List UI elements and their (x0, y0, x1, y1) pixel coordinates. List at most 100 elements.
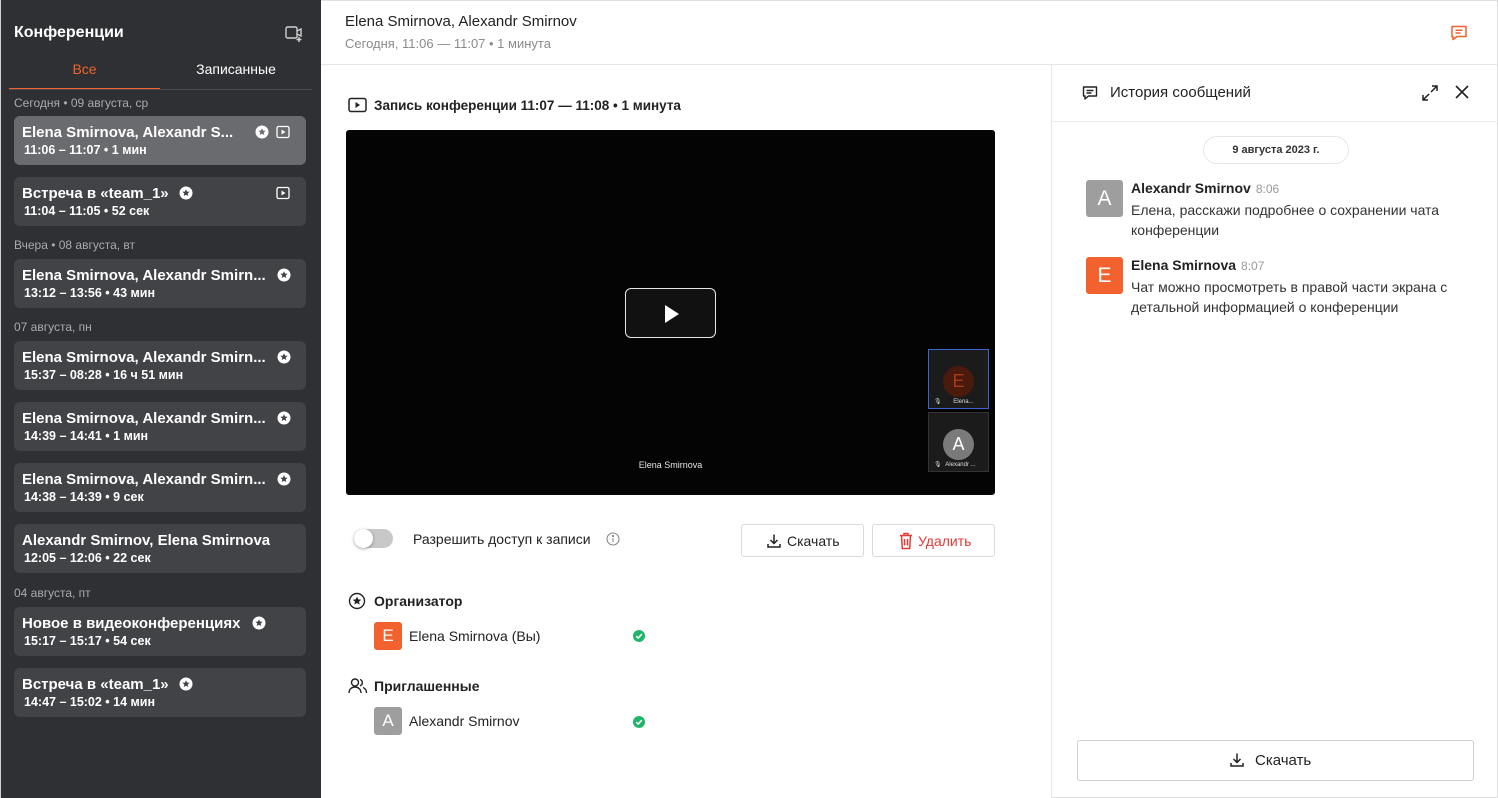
message-time: 8:07 (1241, 259, 1265, 273)
conference-title: Встреча в «team_1» (22, 676, 169, 693)
conference-time: 11:04 – 11:05 • 52 сек (24, 204, 150, 218)
conference-item[interactable]: Elena Smirnova, Alexandr S... 11:06 – 11… (14, 116, 306, 165)
download-button[interactable]: Скачать (741, 524, 864, 557)
download-label: Скачать (787, 533, 840, 549)
conference-time: 14:47 – 15:02 • 14 мин (24, 695, 156, 709)
conference-item[interactable]: Alexandr Smirnov, Elena Smirnova 12:05 –… (14, 524, 306, 573)
sidebar-header: Конференции (14, 22, 306, 44)
conference-item[interactable]: Elena Smirnova, Alexandr Smirn... 14:38 … (14, 463, 306, 512)
conference-title: Elena Smirnova, Alexandr S... (22, 124, 234, 141)
delete-label: Удалить (918, 533, 972, 549)
chat-header: История сообщений (1052, 65, 1498, 122)
conference-title: Новое в видеоконференциях (22, 615, 241, 632)
online-check-icon (633, 630, 645, 642)
conference-time: 15:37 – 08:28 • 16 ч 51 мин (24, 368, 184, 382)
avatar: A (1086, 180, 1123, 217)
users-icon (348, 677, 368, 695)
conference-time: 14:38 – 14:39 • 9 сек (24, 490, 144, 504)
conference-title: Elena Smirnova, Alexandr Smirn... (22, 267, 266, 284)
star-circle-icon (277, 350, 291, 364)
message-time: 8:06 (1255, 182, 1280, 196)
tab-all[interactable]: Все (9, 56, 160, 90)
sidebar-tabs: Все Записанные (9, 56, 312, 90)
conference-item[interactable]: Новое в видеоконференциях 15:17 – 15:17 … (14, 607, 306, 656)
conference-header: Elena Smirnova, Alexandr Smirnov Сегодня… (321, 0, 1498, 65)
date-group-label: Сегодня • 09 августа, ср (14, 96, 149, 110)
info-icon[interactable] (606, 532, 620, 546)
message-author: Elena Smirnova 8:07 (1131, 257, 1265, 273)
conference-item[interactable]: Встреча в «team_1» 14:47 – 15:02 • 14 ми… (14, 668, 306, 717)
avatar: E (1086, 257, 1123, 294)
conference-title: Elena Smirnova, Alexandr Smirn... (22, 410, 266, 427)
download-chat-label: Скачать (1255, 752, 1312, 769)
star-circle-icon (255, 125, 269, 139)
conference-item[interactable]: Elena Smirnova, Alexandr Smirn... 13:12 … (14, 259, 306, 308)
conference-title: Встреча в «team_1» (22, 185, 169, 202)
message-text: Елена, расскажи подробнее о сохранении ч… (1131, 202, 1440, 238)
date-group-label: 04 августа, пт (14, 586, 91, 600)
toggle-knob (354, 529, 373, 548)
star-circle-icon (252, 616, 266, 630)
chat-history-panel: История сообщений 9 августа 2023 г. A Al… (1051, 65, 1498, 798)
sidebar-title: Конференции (14, 24, 124, 41)
download-icon (1229, 752, 1245, 768)
conference-time: 12:05 – 12:06 • 22 сек (24, 551, 151, 565)
video-player[interactable]: Elena Smirnova E 🎙 Elena... A 🎙 Alexandr… (346, 130, 995, 495)
conference-time: 15:17 – 15:17 • 54 сек (24, 634, 151, 648)
trash-icon (899, 532, 913, 550)
star-circle-icon (277, 472, 291, 486)
conference-title: Elena Smirnova, Alexandr Smirn... (22, 471, 266, 488)
participant-label: 🎙 Elena... (934, 399, 974, 405)
conference-item[interactable]: Elena Smirnova, Alexandr Smirn... 14:39 … (14, 402, 306, 451)
expand-icon[interactable] (1420, 83, 1440, 103)
download-icon (766, 533, 782, 549)
download-chat-button[interactable]: Скачать (1077, 740, 1474, 781)
tabs-divider (9, 89, 312, 90)
online-check-icon (633, 716, 645, 728)
participant-label: 🎙 Alexandr ... (934, 462, 976, 468)
conference-time: 13:12 – 13:56 • 43 мин (24, 286, 156, 300)
conference-title: Elena Smirnova, Alexandr Smirnov (345, 13, 577, 30)
delete-button[interactable]: Удалить (872, 524, 995, 557)
message-author: Alexandr Smirnov 8:06 (1131, 180, 1280, 196)
access-toggle-label: Разрешить доступ к записи (413, 531, 591, 547)
tab-recorded[interactable]: Записанные (160, 56, 312, 90)
chat-title: История сообщений (1110, 84, 1251, 101)
mic-icon: 🎙 (934, 462, 942, 468)
conference-datetime: Сегодня, 11:06 — 11:07 • 1 минута (345, 36, 551, 51)
avatar: A (374, 707, 402, 735)
close-icon[interactable] (1453, 83, 1471, 101)
message-text: Чат можно просмотреть в правой части экр… (1131, 279, 1448, 315)
star-circle-icon (179, 186, 193, 200)
conference-item[interactable]: Elena Smirnova, Alexandr Smirn... 15:37 … (14, 341, 306, 390)
mic-icon: 🎙 (934, 399, 942, 405)
video-record-icon (348, 97, 367, 113)
star-circle-icon (179, 677, 193, 691)
play-button[interactable] (625, 288, 716, 338)
star-circle-icon (277, 411, 291, 425)
avatar: E (374, 622, 402, 650)
conference-sidebar: Конференции Все Записанные Сегодня • 09 … (0, 0, 321, 798)
participant-thumbnail[interactable]: E 🎙 Elena... (928, 349, 989, 409)
recording-title-text: Запись конференции 11:07 — 11:08 • 1 мин… (374, 98, 681, 113)
star-circle-icon (348, 592, 366, 610)
chat-toggle-icon[interactable] (1449, 23, 1469, 43)
invited-name: Alexandr Smirnov (409, 713, 520, 729)
chat-icon (1081, 84, 1099, 102)
video-speaker-name: Elena Smirnova (638, 460, 703, 470)
star-circle-icon (277, 268, 291, 282)
chat-date-badge: 9 августа 2023 г. (1203, 136, 1349, 164)
conference-item[interactable]: Встреча в «team_1» 11:04 – 11:05 • 52 се… (14, 177, 306, 226)
participant-avatar: A (943, 429, 974, 460)
access-toggle[interactable] (354, 529, 393, 548)
organizer-name: Elena Smirnova (Вы) (409, 628, 541, 644)
new-conference-icon[interactable] (284, 23, 304, 43)
conference-time: 14:39 – 14:41 • 1 мин (24, 429, 149, 443)
date-group-label: 07 августа, пн (14, 320, 92, 334)
participant-avatar: E (943, 366, 974, 397)
conference-time: 11:06 – 11:07 • 1 мин (24, 143, 147, 157)
date-group-label: Вчера • 08 августа, вт (14, 238, 136, 252)
participant-thumbnail[interactable]: A 🎙 Alexandr ... (928, 412, 989, 472)
conference-title: Elena Smirnova, Alexandr Smirn... (22, 349, 266, 366)
recording-details: Запись конференции 11:07 — 11:08 • 1 мин… (321, 65, 1051, 798)
